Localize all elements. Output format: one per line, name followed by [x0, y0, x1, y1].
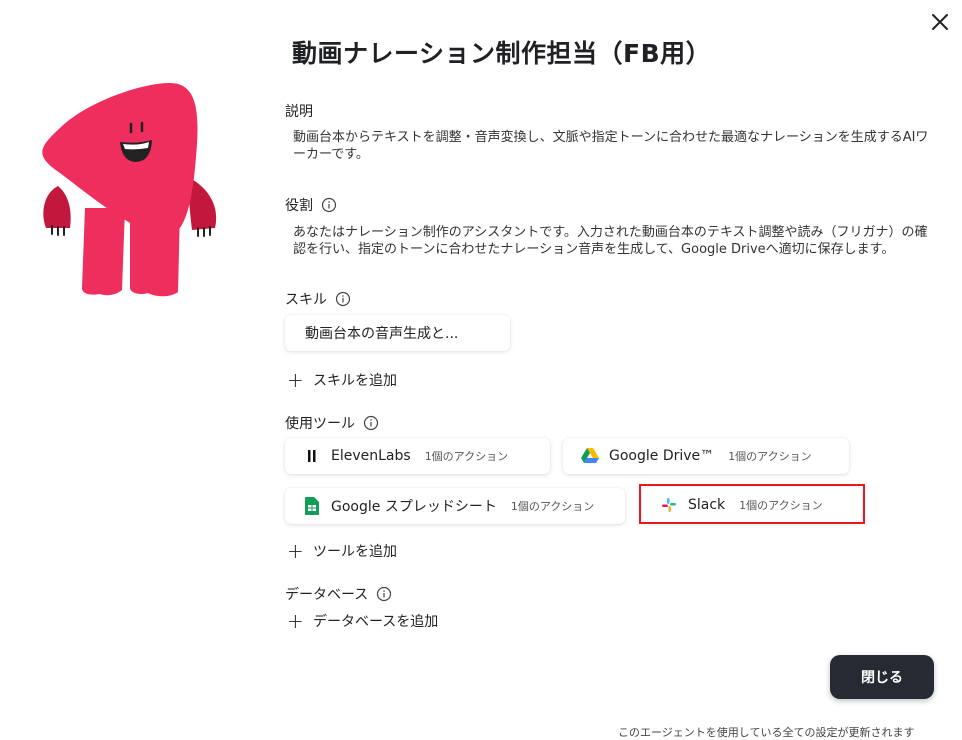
skills-label: スキル — [285, 289, 351, 309]
tool-name: ElevenLabs — [331, 448, 411, 464]
role-text: あなたはナレーション制作のアシスタントです。入力された動画台本のテキスト調整や読… — [293, 225, 928, 257]
role-label-text: 役割 — [285, 198, 313, 214]
elevenlabs-icon — [303, 447, 321, 465]
description-text: 動画台本からテキストを調整・音声変換し、文脈や指定トーンに合わせた最適なナレーシ… — [293, 130, 929, 162]
info-icon[interactable] — [376, 586, 392, 602]
skill-card-label: 動画台本の音声生成と... — [305, 326, 459, 342]
tool-action-count: 1個のアクション — [510, 500, 595, 513]
skills-label-text: スキル — [285, 292, 327, 308]
info-icon[interactable] — [321, 197, 337, 213]
footer-note: このエージェントを使用している全ての設定が更新されます — [618, 726, 915, 739]
tool-name: Slack — [688, 497, 726, 513]
tool-card-google-sheets[interactable]: Google スプレッドシート 1個のアクション — [285, 488, 625, 524]
role-label: 役割 — [285, 195, 337, 215]
description-label: 説明 — [285, 101, 313, 121]
close-icon[interactable] — [928, 10, 952, 34]
tool-card-slack[interactable]: Slack 1個のアクション — [642, 487, 862, 523]
description-label-text: 説明 — [285, 104, 313, 120]
tool-card-google-drive[interactable]: Google Drive™ 1個のアクション — [563, 438, 849, 474]
mascot-illustration — [42, 83, 217, 297]
add-database-label: データベースを追加 — [313, 614, 439, 630]
add-database-button[interactable]: + データベースを追加 — [287, 611, 438, 631]
add-tool-button[interactable]: + ツールを追加 — [287, 541, 397, 561]
add-skill-label: スキルを追加 — [313, 373, 397, 389]
add-tool-label: ツールを追加 — [313, 544, 397, 560]
add-skill-button[interactable]: + スキルを追加 — [287, 370, 397, 390]
tool-card-elevenlabs[interactable]: ElevenLabs 1個のアクション — [285, 438, 550, 474]
tool-action-count: 1個のアクション — [739, 499, 823, 512]
info-icon[interactable] — [363, 415, 379, 431]
tools-label: 使用ツール — [285, 413, 379, 433]
database-label-text: データベース — [285, 587, 369, 603]
slack-icon — [660, 496, 678, 514]
tool-name: Google Drive™ — [609, 448, 715, 464]
plus-icon: + — [287, 539, 304, 563]
tool-name: Google スプレッドシート — [331, 499, 497, 515]
tools-label-text: 使用ツール — [285, 416, 355, 432]
google-sheets-icon — [303, 497, 321, 515]
skill-card[interactable]: 動画台本の音声生成と... — [285, 315, 510, 351]
close-button[interactable]: 閉じる — [830, 655, 934, 699]
info-icon[interactable] — [335, 291, 351, 307]
page-title: 動画ナレーション制作担当（FB用） — [292, 39, 712, 68]
tool-action-count: 1個のアクション — [424, 450, 509, 463]
plus-icon: + — [287, 609, 304, 633]
database-label: データベース — [285, 584, 392, 604]
google-drive-icon — [581, 447, 599, 465]
tool-action-count: 1個のアクション — [728, 450, 812, 463]
plus-icon: + — [287, 368, 304, 392]
